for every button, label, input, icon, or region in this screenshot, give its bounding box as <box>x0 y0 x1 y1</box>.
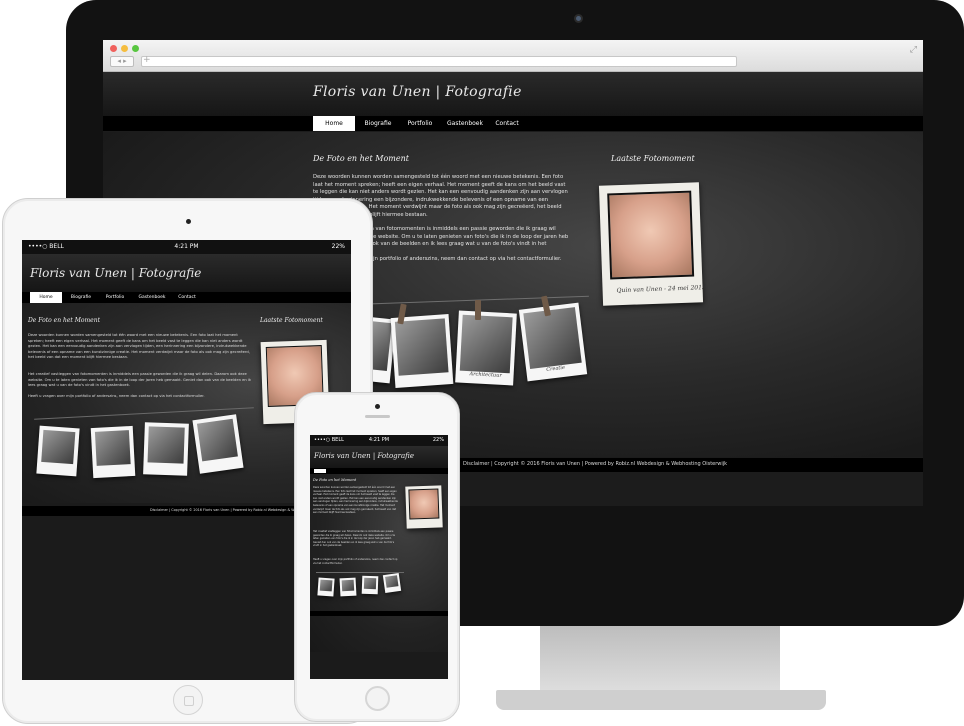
nav-biografie[interactable]: Biografie <box>359 116 397 131</box>
nav-portfolio[interactable]: Portfolio <box>401 116 439 131</box>
device-mockup-scene: ◂ ▸ + ⤢ Floris van Unen | Fotografie Hom… <box>0 0 964 726</box>
speaker-grille <box>365 415 390 418</box>
mobile-site: ••••○ BELL 4:21 PM 22% Floris van Unen |… <box>310 435 448 679</box>
polaroid-image <box>41 429 76 465</box>
tablet-header: Floris van Unen | Fotografie <box>22 254 351 292</box>
page-title: De Foto en het Moment <box>28 317 100 324</box>
passion-paragraph: Het creatief vastleggen van fotomomenten… <box>28 372 252 388</box>
polaroid-image <box>394 318 449 376</box>
latest-photo-frame[interactable]: Quin van Unen - 24 mei 2013 <box>598 182 706 306</box>
polaroid-image <box>523 307 582 369</box>
mobile-header: Floris van Unen | Fotografie <box>310 446 448 468</box>
fullscreen-icon[interactable]: ⤢ <box>910 45 917 55</box>
site-footer <box>310 611 448 616</box>
latest-photo-heading: Laatste Fotomoment <box>611 154 695 163</box>
clothes-peg <box>475 300 481 320</box>
polaroid-image <box>341 579 355 592</box>
polaroid-caption: Architectuur <box>469 371 502 379</box>
imac-stand <box>540 626 780 692</box>
polaroid-architectuur[interactable] <box>143 422 189 476</box>
polaroid-image <box>459 314 513 374</box>
battery-label: 22% <box>432 437 444 443</box>
nav-home[interactable]: Home <box>313 116 355 131</box>
latest-photo-heading: Laatste Fotomoment <box>260 317 323 324</box>
polaroid-caption: Creatie <box>545 364 566 373</box>
polaroid-image <box>385 575 399 588</box>
intro-paragraph: Deze woorden kunnen worden samengesteld … <box>313 486 398 515</box>
polaroid-creatie[interactable] <box>382 572 402 594</box>
mobile-status-bar: ••••○ BELL 4:21 PM 22% <box>310 435 448 446</box>
site-logo[interactable]: Floris van Unen | Fotografie <box>30 266 201 280</box>
polaroid-creatie[interactable] <box>192 414 244 474</box>
camera-icon <box>574 14 583 23</box>
home-button[interactable] <box>173 685 203 715</box>
status-time: 4:21 PM <box>174 243 199 250</box>
home-button[interactable] <box>365 686 390 711</box>
polaroid-architectuur[interactable] <box>361 575 379 595</box>
nav-gastenboek[interactable]: Gastenboek <box>134 292 170 303</box>
close-window-icon[interactable] <box>110 45 117 52</box>
page-title: De Foto en het Moment <box>313 154 409 163</box>
new-tab-icon[interactable]: + <box>143 55 151 65</box>
battery-label: 22% <box>331 243 345 250</box>
footer-text[interactable]: Disclaimer | Copyright © 2016 Floris van… <box>463 461 727 467</box>
status-time: 4:21 PM <box>368 437 390 443</box>
tablet-status-bar: ••••○ BELL 4:21 PM 22% <box>22 240 351 254</box>
passion-paragraph: Het creatief vastleggen van fotomomenten… <box>313 530 395 548</box>
nav-home[interactable]: Home <box>30 292 62 303</box>
minimize-window-icon[interactable] <box>121 45 128 52</box>
polaroid-portret[interactable] <box>90 425 136 479</box>
nav-portfolio[interactable]: Portfolio <box>100 292 130 303</box>
polaroid-image <box>147 426 185 464</box>
camera-icon <box>186 219 191 224</box>
nav-contact[interactable]: Contact <box>491 116 523 131</box>
camera-icon <box>375 404 380 409</box>
intro-paragraph: Deze woorden kunnen worden samengesteld … <box>28 333 250 360</box>
latest-photo-frame[interactable] <box>405 485 443 529</box>
browser-toolbar: ◂ ▸ + ⤢ <box>103 40 923 72</box>
polaroid-portret[interactable] <box>390 314 454 388</box>
page-title: De Foto en het Moment <box>313 478 357 482</box>
polaroid-natuur[interactable] <box>36 425 80 477</box>
nav-biografie[interactable]: Biografie <box>66 292 96 303</box>
clothesline <box>352 295 589 305</box>
site-logo[interactable]: Floris van Unen | Fotografie <box>313 84 522 100</box>
polaroid-image <box>363 577 377 590</box>
main-navigation: Home Biografie Portfolio Gastenboek Cont… <box>103 116 923 131</box>
site-header: Floris van Unen | Fotografie <box>103 72 923 117</box>
back-forward-icon[interactable]: ◂ ▸ <box>110 56 134 67</box>
baby-photo <box>408 488 440 520</box>
polaroid-image <box>94 430 131 466</box>
polaroid-image <box>319 579 333 592</box>
contact-paragraph: Heeft u vragen over mijn portfolio of an… <box>313 558 398 565</box>
polaroid-portret[interactable] <box>339 577 357 597</box>
latest-photo-caption: Quin van Unen - 24 mei 2013 <box>616 284 706 295</box>
nav-home[interactable] <box>314 469 326 473</box>
nav-contact[interactable]: Contact <box>172 292 202 303</box>
clothesline <box>316 572 404 573</box>
polaroid-natuur[interactable] <box>317 577 335 597</box>
nav-gastenboek[interactable]: Gastenboek <box>443 116 487 131</box>
contact-paragraph: Heeft u vragen over mijn portfolio of an… <box>28 394 205 398</box>
polaroid-image <box>196 418 238 462</box>
maximize-window-icon[interactable] <box>132 45 139 52</box>
tablet-navigation: Home Biografie Portfolio Gastenboek Cont… <box>22 292 351 303</box>
address-bar[interactable] <box>141 56 737 67</box>
baby-photo <box>607 190 695 280</box>
mobile-content: De Foto en het Moment Deze woorden kunne… <box>310 474 448 652</box>
polaroid-architectuur[interactable]: Architectuur <box>455 310 517 386</box>
polaroid-creatie[interactable]: Creatie <box>518 302 588 382</box>
site-logo[interactable]: Floris van Unen | Fotografie <box>314 452 414 460</box>
imac-stand-foot <box>496 690 826 710</box>
